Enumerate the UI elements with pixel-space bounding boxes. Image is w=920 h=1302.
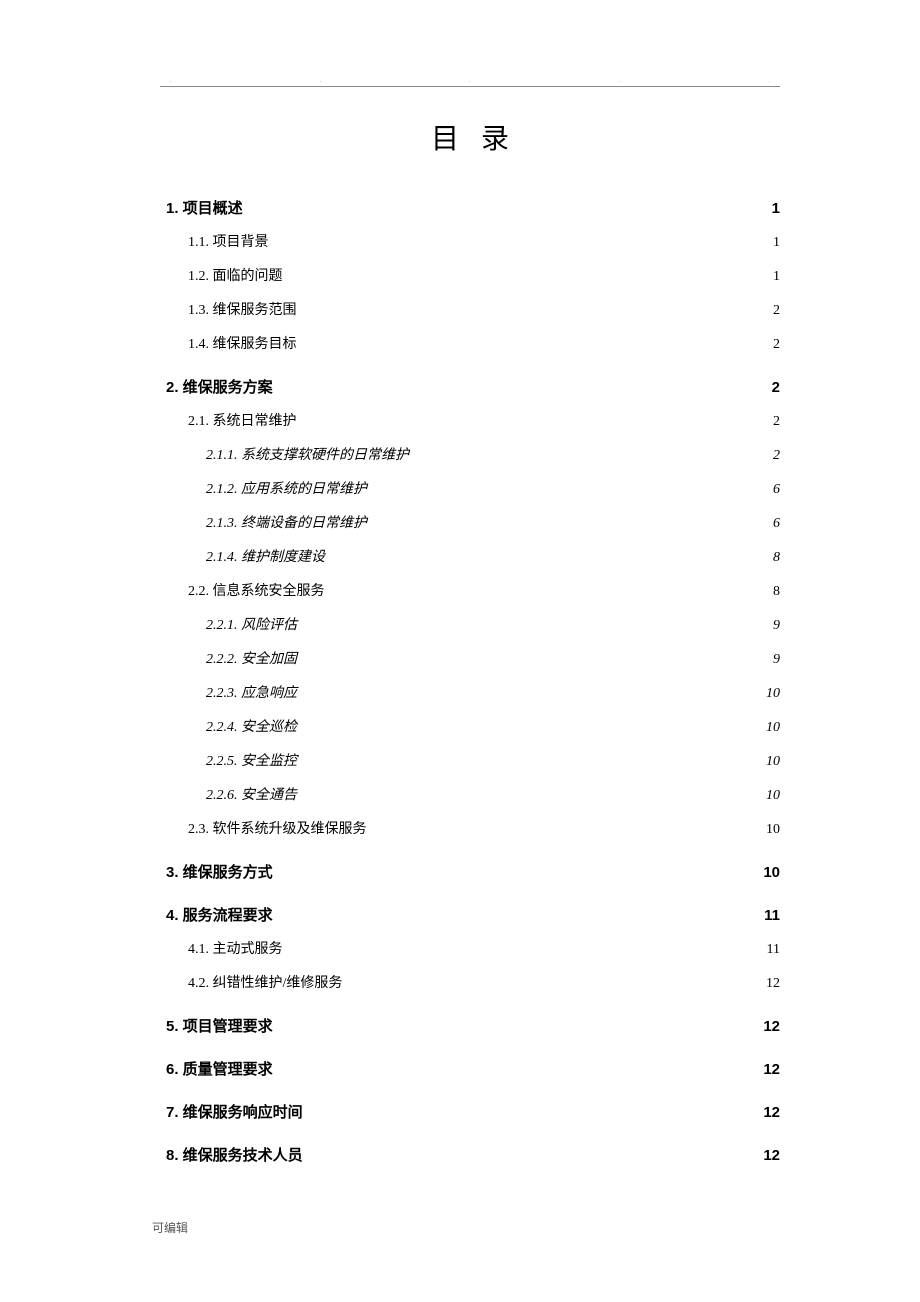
toc-entry: 2.2.3. 应急响应 10 — [160, 687, 780, 701]
toc-entry: 2.1.3. 终端设备的日常维护 6 — [160, 517, 780, 531]
toc-entry: 2.2.2. 安全加固 9 — [160, 653, 780, 667]
toc-entry-page: 2 — [772, 380, 780, 395]
toc-entry-label: 1.4. 维保服务目标 — [188, 338, 297, 352]
toc-entry-page: 10 — [763, 865, 780, 880]
toc-entry: 1.2. 面临的问题 1 — [160, 270, 780, 284]
toc-entry: 8. 维保服务技术人员 12 — [160, 1148, 780, 1163]
rule-dots: ..... — [160, 78, 780, 84]
toc-entry: 1.4. 维保服务目标 2 — [160, 338, 780, 352]
toc-entry: 2.2.4. 安全巡检 10 — [160, 721, 780, 735]
toc-entry-label: 2.1.3. 终端设备的日常维护 — [206, 517, 367, 531]
toc-entry: 6. 质量管理要求 12 — [160, 1062, 780, 1077]
toc-entry-page: 1 — [773, 236, 780, 250]
toc-entry: 2.1.2. 应用系统的日常维护 6 — [160, 483, 780, 497]
toc-entry: 1.3. 维保服务范围 2 — [160, 304, 780, 318]
toc-entry-label: 1. 项目概述 — [166, 201, 243, 216]
toc-entry-page: 8 — [773, 551, 780, 565]
toc-entry-page: 2 — [773, 338, 780, 352]
toc-entry: 1.1. 项目背景 1 — [160, 236, 780, 250]
toc-entry-page: 12 — [763, 1062, 780, 1077]
toc-entry-label: 2.2.4. 安全巡检 — [206, 721, 297, 735]
toc-entry-page: 2 — [773, 304, 780, 318]
toc-entry-label: 2. 维保服务方案 — [166, 380, 273, 395]
toc-entry-label: 6. 质量管理要求 — [166, 1062, 273, 1077]
toc-entry-page: 11 — [767, 943, 780, 957]
toc-entry-label: 2.2.6. 安全通告 — [206, 789, 297, 803]
toc-entry-page: 2 — [773, 415, 780, 429]
toc-entry-label: 8. 维保服务技术人员 — [166, 1148, 303, 1163]
toc-entry-page: 12 — [766, 977, 780, 991]
toc-entry-label: 4.2. 纠错性维护/维修服务 — [188, 977, 342, 991]
toc-entry-page: 10 — [766, 823, 780, 837]
toc-entry-label: 2.1.1. 系统支撑软硬件的日常维护 — [206, 449, 409, 463]
toc-entry-page: 12 — [763, 1019, 780, 1034]
toc-entry: 4.1. 主动式服务 11 — [160, 943, 780, 957]
toc-entry: 2. 维保服务方案 2 — [160, 380, 780, 395]
toc-entry-label: 2.3. 软件系统升级及维保服务 — [188, 823, 367, 837]
toc-entry-label: 1.2. 面临的问题 — [188, 270, 283, 284]
toc-entry-label: 5. 项目管理要求 — [166, 1019, 273, 1034]
toc-title: 目录 — [160, 117, 780, 157]
toc-entry-page: 12 — [763, 1148, 780, 1163]
toc-entry-page: 9 — [773, 619, 780, 633]
footer-note: 可编辑 — [152, 1219, 780, 1236]
toc-entry: 2.3. 软件系统升级及维保服务 10 — [160, 823, 780, 837]
toc-entry-page: 10 — [766, 789, 780, 803]
toc-entry: 2.1. 系统日常维护 2 — [160, 415, 780, 429]
toc-list: 1. 项目概述 1 1.1. 项目背景 1 1.2. 面临的问题 1 1.3. 维保服务范围… — [160, 201, 780, 1163]
toc-entry-label: 1.3. 维保服务范围 — [188, 304, 297, 318]
toc-entry-label: 2.2.5. 安全监控 — [206, 755, 297, 769]
toc-entry-label: 4.1. 主动式服务 — [188, 943, 283, 957]
toc-entry: 2.2.1. 风险评估 9 — [160, 619, 780, 633]
toc-entry-page: 6 — [773, 517, 780, 531]
toc-entry-page: 6 — [773, 483, 780, 497]
document-page: ..... 目录 1. 项目概述11.1. 项目背景11.2. 面临的问题11.… — [0, 0, 920, 1276]
toc-entry-label: 2.1.4. 维护制度建设 — [206, 551, 325, 565]
toc-entry: 1. 项目概述 1 — [160, 201, 780, 216]
toc-entry-page: 1 — [772, 201, 780, 216]
toc-entry-page: 8 — [773, 585, 780, 599]
toc-entry-label: 2.2. 信息系统安全服务 — [188, 585, 325, 599]
toc-entry-label: 2.1.2. 应用系统的日常维护 — [206, 483, 367, 497]
toc-entry-page: 10 — [766, 755, 780, 769]
toc-entry: 7. 维保服务响应时间 12 — [160, 1105, 780, 1120]
toc-entry: 4. 服务流程要求 11 — [160, 908, 780, 923]
toc-entry-label: 2.2.3. 应急响应 — [206, 687, 297, 701]
toc-entry-page: 11 — [764, 908, 780, 923]
toc-entry-page: 12 — [763, 1105, 780, 1120]
toc-entry: 2.1.1. 系统支撑软硬件的日常维护 2 — [160, 449, 780, 463]
toc-entry-page: 10 — [766, 687, 780, 701]
toc-entry: 5. 项目管理要求 12 — [160, 1019, 780, 1034]
toc-entry-page: 1 — [773, 270, 780, 284]
toc-entry-page: 2 — [773, 449, 780, 463]
toc-entry: 2.1.4. 维护制度建设 8 — [160, 551, 780, 565]
toc-entry-label: 4. 服务流程要求 — [166, 908, 273, 923]
toc-entry-page: 10 — [766, 721, 780, 735]
header-rule: ..... — [160, 86, 780, 87]
toc-entry-label: 7. 维保服务响应时间 — [166, 1105, 303, 1120]
toc-entry-label: 2.2.2. 安全加固 — [206, 653, 297, 667]
toc-entry: 2.2.5. 安全监控 10 — [160, 755, 780, 769]
toc-entry: 3. 维保服务方式 10 — [160, 865, 780, 880]
toc-entry-label: 2.1. 系统日常维护 — [188, 415, 297, 429]
toc-entry-label: 3. 维保服务方式 — [166, 865, 273, 880]
toc-entry-page: 9 — [773, 653, 780, 667]
toc-entry-label: 2.2.1. 风险评估 — [206, 619, 297, 633]
toc-entry: 2.2.6. 安全通告 10 — [160, 789, 780, 803]
toc-entry-label: 1.1. 项目背景 — [188, 236, 269, 250]
toc-entry: 4.2. 纠错性维护/维修服务 12 — [160, 977, 780, 991]
toc-entry: 2.2. 信息系统安全服务 8 — [160, 585, 780, 599]
